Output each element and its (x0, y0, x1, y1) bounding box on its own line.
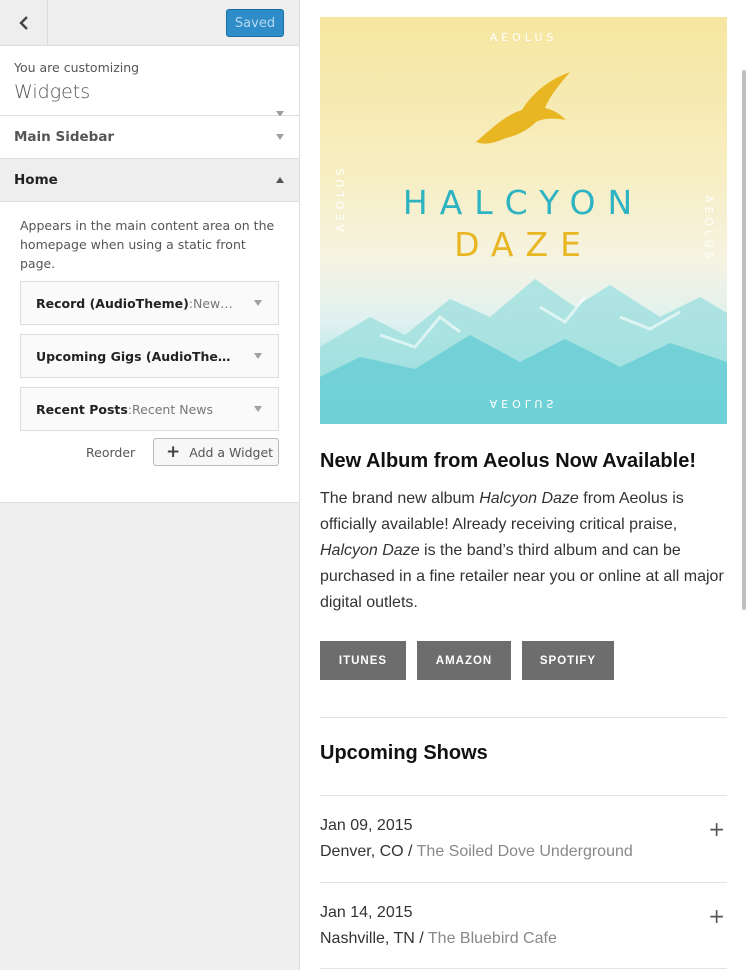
album-name: Halcyon Daze (320, 542, 420, 559)
gig-separator: / (414, 930, 428, 947)
caret-up-icon (276, 177, 284, 183)
section-label: Home (14, 172, 58, 188)
album-name: Halcyon Daze (479, 490, 579, 507)
gig-city: Denver, CO (320, 843, 404, 860)
customizer-panel: Saved You are customizing Widgets Main S… (0, 0, 300, 970)
back-arrow-icon (18, 15, 28, 30)
widget-title: Record (AudioTheme) (36, 295, 189, 311)
widget-list: Record (AudioTheme): New… Upcoming Gigs … (20, 281, 279, 431)
caret-down-icon (254, 353, 262, 359)
saved-button[interactable]: Saved (226, 9, 284, 37)
cover-brand-bottom: AEOLUS (489, 397, 558, 410)
caret-down-icon (276, 134, 284, 140)
widget-area-home: Appears in the main content area on the … (0, 202, 299, 503)
post-body: The brand new album Halcyon Daze from Ae… (320, 486, 730, 616)
widget-record[interactable]: Record (AudioTheme): New… (20, 281, 279, 325)
caret-down-icon (254, 300, 262, 306)
customizing-label: You are customizing (14, 60, 140, 75)
amazon-button[interactable]: AMAZON (417, 641, 511, 680)
caret-down-icon (254, 406, 262, 412)
customizer-info: You are customizing Widgets (0, 46, 299, 117)
album-cover[interactable]: AEOLUS AEOLUS AEOLUS AEOLUS HALCYON DAZE (320, 17, 727, 424)
gig-date: Jan 09, 2015 (320, 817, 413, 834)
spotify-button[interactable]: SPOTIFY (522, 641, 614, 680)
gig-location: Nashville, TN / The Bluebird Cafe (320, 930, 557, 948)
widget-title: Recent Posts (36, 401, 128, 417)
panel-title: Widgets (14, 81, 91, 103)
gig-row[interactable]: Jan 09, 2015 Denver, CO / The Soiled Dov… (320, 795, 727, 881)
back-button[interactable] (0, 0, 48, 45)
widget-subtitle: Recent News (132, 401, 213, 417)
gig-location: Denver, CO / The Soiled Dove Underground (320, 843, 633, 861)
add-widget-button[interactable]: + Add a Widget (153, 438, 279, 466)
gig-date: Jan 14, 2015 (320, 904, 413, 921)
gig-separator: / (403, 843, 417, 860)
plus-icon: + (166, 441, 181, 462)
cover-brand-top: AEOLUS (489, 31, 558, 44)
divider (320, 717, 727, 718)
add-widget-label: Add a Widget (189, 444, 274, 460)
cover-title-line2: DAZE (454, 225, 593, 264)
preview-scrollbar[interactable] (742, 70, 746, 610)
post-text: The brand new album (320, 490, 480, 507)
customizer-header: Saved (0, 0, 299, 46)
post-title[interactable]: New Album from Aeolus Now Available! (320, 450, 696, 473)
section-label: Main Sidebar (14, 129, 115, 145)
expand-plus-icon[interactable]: + (708, 904, 725, 928)
divider (320, 968, 727, 969)
widget-upcoming-gigs[interactable]: Upcoming Gigs (AudioThe… (20, 334, 279, 378)
expand-plus-icon[interactable]: + (708, 817, 725, 841)
eagle-icon (476, 72, 570, 144)
section-home[interactable]: Home (0, 159, 299, 202)
widget-title: Upcoming Gigs (AudioThe… (36, 348, 231, 364)
widget-subtitle: New… (193, 295, 233, 311)
gig-venue[interactable]: The Bluebird Cafe (428, 930, 557, 947)
gig-city: Nashville, TN (320, 930, 415, 947)
gig-row[interactable]: Jan 14, 2015 Nashville, TN / The Bluebir… (320, 882, 727, 968)
store-buttons: ITUNES AMAZON SPOTIFY (320, 641, 614, 680)
site-preview: AEOLUS AEOLUS AEOLUS AEOLUS HALCYON DAZE… (300, 0, 747, 970)
widget-area-description: Appears in the main content area on the … (20, 218, 275, 271)
widget-recent-posts[interactable]: Recent Posts: Recent News (20, 387, 279, 431)
widget-actions: Reorder + Add a Widget (20, 438, 279, 478)
cover-title-line1: HALCYON (402, 183, 645, 222)
reorder-link[interactable]: Reorder (86, 445, 135, 460)
section-main-sidebar[interactable]: Main Sidebar (0, 116, 299, 159)
itunes-button[interactable]: ITUNES (320, 641, 406, 680)
gig-venue[interactable]: The Soiled Dove Underground (417, 843, 633, 860)
shows-heading: Upcoming Shows (320, 742, 488, 764)
